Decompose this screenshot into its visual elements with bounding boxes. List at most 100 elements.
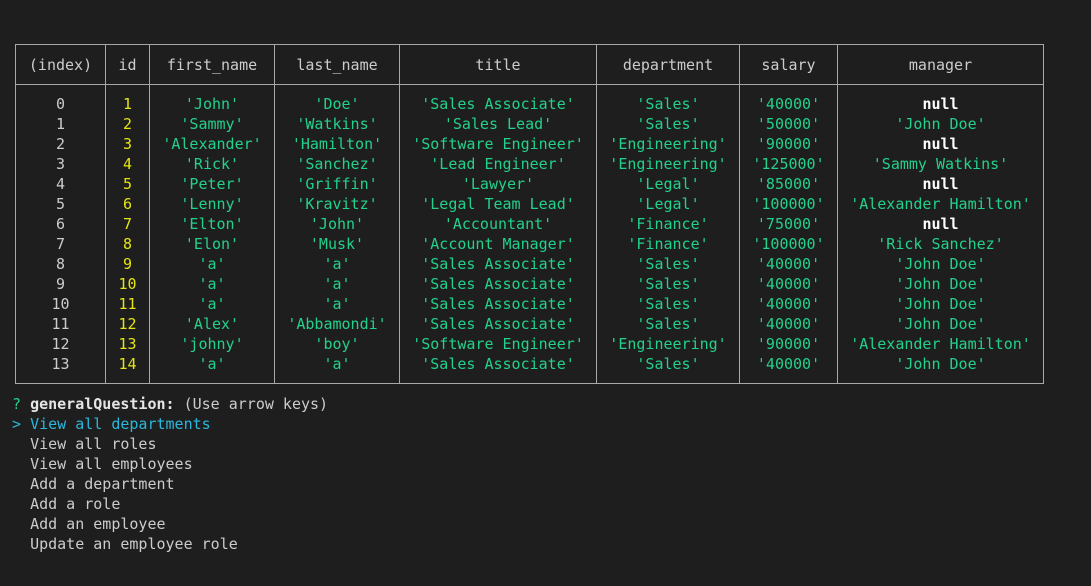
choice-label: View all employees — [30, 455, 193, 473]
cell-last-name: 'a' — [274, 274, 400, 294]
cell-index: 2 — [15, 134, 106, 154]
choice-item[interactable]: Add a department — [12, 474, 328, 494]
choice-item[interactable]: Update an employee role — [12, 534, 328, 554]
choice-item[interactable]: Add a role — [12, 494, 328, 514]
choice-item[interactable]: Add an employee — [12, 514, 328, 534]
cell-manager: 'John Doe' — [837, 254, 1044, 274]
cell-department: 'Sales' — [596, 354, 740, 384]
cell-id: 10 — [105, 274, 150, 294]
question-hint: (Use arrow keys) — [183, 395, 329, 413]
table-row: 13 14'a''a' 'Sales Associate' 'Sales' '40000… — [15, 354, 1044, 384]
cell-title: 'Software Engineer' — [399, 334, 597, 354]
header-first-name: first_name — [149, 44, 275, 85]
cell-index: 3 — [15, 154, 106, 174]
choice-list: > View all departments View all roles Vi… — [12, 414, 328, 554]
cell-index: 4 — [15, 174, 106, 194]
choice-label: Add a role — [30, 495, 121, 513]
cell-salary: '40000' — [739, 354, 838, 384]
cell-title: 'Sales Associate' — [399, 294, 597, 314]
cell-manager: 'John Doe' — [837, 274, 1044, 294]
cell-title: 'Sales Associate' — [399, 354, 597, 384]
cell-id: 6 — [105, 194, 150, 214]
cell-last-name: 'Abbamondi' — [274, 314, 400, 334]
table-row: 4 5 'Peter' 'Griffin' 'Lawyer' 'Legal' '85000'… — [15, 174, 1044, 194]
cell-salary: '90000' — [739, 334, 838, 354]
cell-id: 8 — [105, 234, 150, 254]
cell-first-name: 'Sammy' — [149, 114, 275, 134]
cell-id: 4 — [105, 154, 150, 174]
cell-title: 'Accountant' — [399, 214, 597, 234]
cell-department: 'Sales' — [596, 84, 740, 114]
choice-item[interactable]: View all roles — [12, 434, 328, 454]
cell-salary: '40000' — [739, 254, 838, 274]
cell-index: 13 — [15, 354, 106, 384]
cell-id: 5 — [105, 174, 150, 194]
cell-title: 'Software Engineer' — [399, 134, 597, 154]
choice-label: View all departments — [30, 415, 211, 433]
cell-id: 3 — [105, 134, 150, 154]
cell-salary: '100000' — [739, 234, 838, 254]
cell-title: 'Sales Associate' — [399, 84, 597, 114]
cell-title: 'Sales Associate' — [399, 314, 597, 334]
cell-last-name: 'boy' — [274, 334, 400, 354]
cell-id: 14 — [105, 354, 150, 384]
cell-department: 'Sales' — [596, 274, 740, 294]
header-id: id — [105, 44, 150, 85]
cell-first-name: 'Lenny' — [149, 194, 275, 214]
header-title: title — [399, 44, 597, 85]
pointer-icon — [12, 455, 21, 473]
cell-first-name: 'Alexander' — [149, 134, 275, 154]
cell-index: 5 — [15, 194, 106, 214]
cell-index: 9 — [15, 274, 106, 294]
pointer-icon — [12, 515, 21, 533]
cell-salary: '40000' — [739, 314, 838, 334]
cell-id: 11 — [105, 294, 150, 314]
cell-first-name: 'Rick' — [149, 154, 275, 174]
question-name: generalQuestion: — [30, 395, 175, 413]
table-row: 0 1 'John' 'Doe' 'Sales Associate' 'Sales' '40… — [15, 84, 1044, 114]
cell-department: 'Engineering' — [596, 134, 740, 154]
cell-title: 'Account Manager' — [399, 234, 597, 254]
choice-label: Add a department — [30, 475, 175, 493]
cell-first-name: 'a' — [149, 354, 275, 384]
table-row: 11 12 'Alex' 'Abbamondi' 'Sales Associate' 'S… — [15, 314, 1044, 334]
cell-first-name: 'Elon' — [149, 234, 275, 254]
cell-first-name: 'Peter' — [149, 174, 275, 194]
cell-department: 'Legal' — [596, 174, 740, 194]
cell-id: 9 — [105, 254, 150, 274]
cell-last-name: 'Griffin' — [274, 174, 400, 194]
cell-manager: null — [837, 134, 1044, 154]
question-line: ? generalQuestion: (Use arrow keys) — [12, 394, 328, 414]
cell-manager: 'Rick Sanchez' — [837, 234, 1044, 254]
header-manager: manager — [837, 44, 1044, 85]
cell-index: 0 — [15, 84, 106, 114]
table-row: 6 7 'Elton' 'John' 'Accountant' 'Finance' '750… — [15, 214, 1044, 234]
cell-salary: '40000' — [739, 294, 838, 314]
cell-title: 'Sales Associate' — [399, 254, 597, 274]
choice-item[interactable]: > View all departments — [12, 414, 328, 434]
cell-manager: 'John Doe' — [837, 354, 1044, 384]
cell-last-name: 'a' — [274, 254, 400, 274]
cell-department: 'Sales' — [596, 114, 740, 134]
cell-manager: 'Sammy Watkins' — [837, 154, 1044, 174]
header-last-name: last_name — [274, 44, 400, 85]
choice-item[interactable]: View all employees — [12, 454, 328, 474]
cell-last-name: 'Hamilton' — [274, 134, 400, 154]
cell-title: 'Lawyer' — [399, 174, 597, 194]
choice-label: View all roles — [30, 435, 157, 453]
cell-salary: '85000' — [739, 174, 838, 194]
cell-title: 'Legal Team Lead' — [399, 194, 597, 214]
table-row: 3 4 'Rick' 'Sanchez' 'Lead Engineer' 'Enginee… — [15, 154, 1044, 174]
cell-first-name: 'Elton' — [149, 214, 275, 234]
cell-manager: 'John Doe' — [837, 294, 1044, 314]
cell-last-name: 'Musk' — [274, 234, 400, 254]
cell-salary: '90000' — [739, 134, 838, 154]
cell-index: 8 — [15, 254, 106, 274]
cell-first-name: 'a' — [149, 294, 275, 314]
cell-index: 11 — [15, 314, 106, 334]
cell-last-name: 'Doe' — [274, 84, 400, 114]
cell-first-name: 'John' — [149, 84, 275, 114]
pointer-icon — [12, 435, 21, 453]
employee-table: (index) id first_name last_name title de… — [15, 44, 1044, 384]
header-index: (index) — [15, 44, 106, 85]
